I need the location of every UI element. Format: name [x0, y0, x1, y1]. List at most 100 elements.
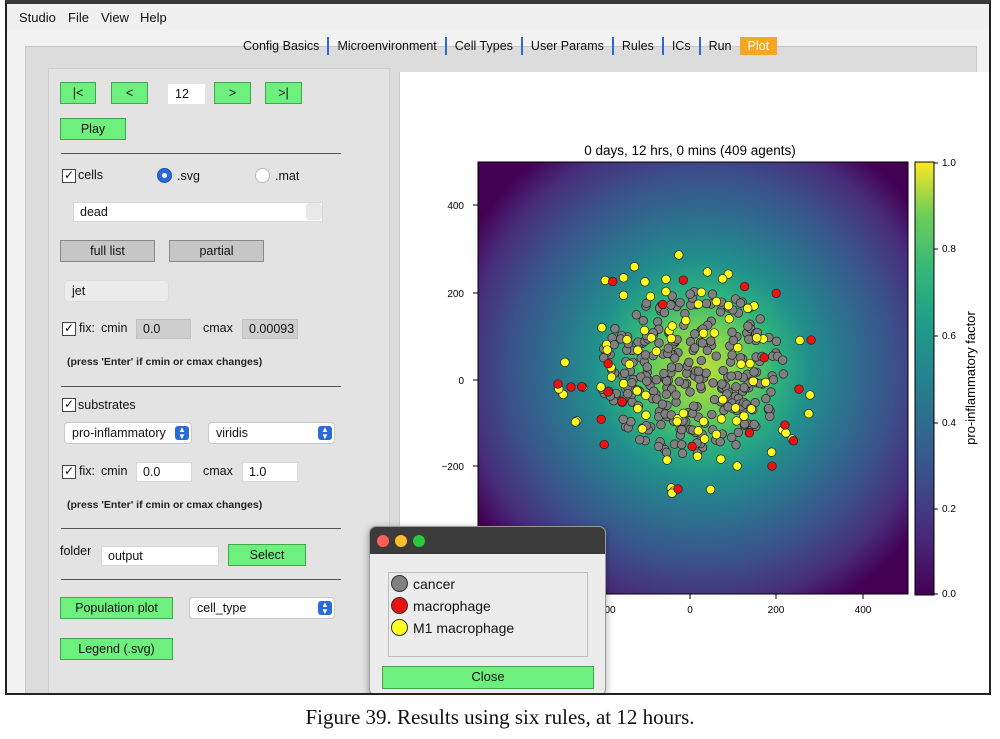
population-type-select[interactable]: cell_type ▲ ▼	[189, 597, 335, 619]
substrates-checkbox[interactable]: ✓	[62, 398, 76, 412]
population-plot-button[interactable]: Population plot	[60, 597, 173, 619]
agent-cell	[726, 371, 736, 381]
agent-cell	[708, 378, 718, 388]
maximize-window-icon[interactable]	[413, 535, 425, 547]
agent-cell	[659, 368, 669, 379]
fix-substrate-range-checkbox[interactable]: ✓	[62, 465, 76, 479]
legend-svg-button[interactable]: Legend (.svg)	[60, 638, 173, 660]
agent-cell	[709, 328, 719, 338]
menu-help[interactable]: Help	[140, 10, 167, 25]
substrate-cmax-input[interactable]: 1.0	[242, 462, 298, 482]
press-enter-note: (press 'Enter' if cmin or cmax changes)	[67, 499, 263, 511]
agent-cell	[640, 350, 651, 360]
ytick-neg200: −200	[441, 462, 464, 473]
agent-cell	[638, 316, 648, 326]
folder-input[interactable]: output	[101, 546, 219, 566]
next-frame-button[interactable]: >	[214, 82, 251, 104]
agent-cell	[610, 324, 620, 334]
substrate-colormap-select[interactable]: viridis ▲ ▼	[208, 422, 335, 444]
full-list-button[interactable]: full list	[60, 240, 155, 262]
agent-cell	[701, 298, 712, 309]
agent-cell	[654, 338, 664, 348]
agent-cell	[690, 343, 700, 353]
agent-cell	[749, 367, 759, 377]
agent-cell	[640, 277, 650, 287]
agent-cell	[711, 429, 722, 440]
agent-cell	[659, 307, 670, 318]
agent-cell	[732, 461, 742, 471]
agent-cell	[603, 359, 613, 369]
agent-cell	[755, 314, 765, 324]
first-frame-button[interactable]: |<	[60, 82, 96, 104]
tab-plot[interactable]: Plot	[739, 37, 778, 55]
agent-cell	[641, 390, 651, 400]
agent-cell	[698, 328, 709, 338]
menu-bar: Studio File View Help	[7, 4, 989, 30]
ytick-200: 200	[447, 289, 464, 300]
agent-cell	[687, 441, 697, 451]
agent-cell	[570, 417, 581, 427]
agent-cell	[780, 420, 790, 430]
colorbar-tick: 0.8	[942, 244, 956, 255]
fix-cell-range-checkbox[interactable]: ✓	[62, 322, 76, 336]
agent-cell	[805, 390, 815, 400]
dialog-titlebar	[370, 527, 605, 554]
substrate-select[interactable]: pro-inflammatory ▲ ▼	[64, 422, 192, 444]
tab-ics[interactable]: ICs	[664, 37, 701, 55]
agent-cell	[778, 355, 788, 365]
partial-button[interactable]: partial	[169, 240, 264, 262]
dead-filter-dropdown-icon[interactable]	[306, 203, 322, 220]
substrate-cmin-input[interactable]: 0.0	[136, 462, 192, 482]
dead-filter-input[interactable]: dead	[73, 202, 323, 222]
close-legend-button[interactable]: Close	[382, 666, 594, 689]
agent-cell	[731, 416, 742, 426]
tab-cell-types[interactable]: Cell Types	[447, 37, 523, 55]
agent-cell	[697, 338, 708, 348]
menu-view[interactable]: View	[101, 10, 129, 25]
tab-rules[interactable]: Rules	[614, 37, 664, 55]
play-button[interactable]: Play	[60, 118, 126, 140]
agent-cell	[727, 327, 737, 337]
agent-cell	[618, 379, 629, 389]
agent-cell	[618, 273, 629, 283]
legend-box: cancer macrophage M1 macrophage	[388, 572, 588, 657]
close-window-icon[interactable]	[377, 535, 389, 547]
agent-cell	[684, 357, 694, 367]
agent-cell	[677, 425, 687, 435]
tab-config-basics[interactable]: Config Basics	[235, 37, 330, 55]
cmin-label: cmin	[101, 321, 128, 335]
menu-studio[interactable]: Studio	[19, 10, 56, 25]
divider	[61, 579, 341, 580]
agent-cell	[749, 419, 759, 430]
cell-cmin-input[interactable]: 0.0	[136, 319, 191, 339]
select-folder-button[interactable]: Select	[228, 544, 306, 566]
agent-cell	[623, 389, 633, 399]
cell-colormap-select[interactable]: jet	[64, 280, 169, 302]
agent-cell	[746, 404, 757, 414]
substrate-colormap-value: viridis	[216, 426, 248, 440]
menu-file[interactable]: File	[68, 10, 89, 25]
last-frame-button[interactable]: >|	[265, 82, 302, 104]
tab-run[interactable]: Run	[701, 37, 740, 55]
agent-cell	[752, 333, 762, 343]
agent-cell	[744, 428, 755, 438]
tab-microenvironment[interactable]: Microenvironment	[329, 37, 447, 55]
agent-cell	[694, 374, 704, 384]
tab-user-params[interactable]: User Params	[523, 37, 614, 55]
agent-cell	[599, 439, 609, 450]
agent-cell	[727, 432, 737, 443]
divider	[61, 153, 341, 154]
agent-cell	[606, 372, 617, 382]
cell-cmax-input[interactable]: 0.00093	[242, 319, 298, 339]
frame-input[interactable]: 12	[168, 84, 205, 104]
agent-cell	[645, 291, 656, 302]
cells-checkbox[interactable]: ✓	[62, 169, 76, 183]
agent-cell	[633, 345, 643, 355]
agent-cell	[661, 286, 671, 297]
prev-frame-button[interactable]: <	[111, 82, 148, 104]
studio-window: Studio File View Help Config Basics Micr…	[5, 0, 991, 695]
svg-radio[interactable]	[157, 168, 172, 183]
agent-cell	[560, 357, 570, 367]
minimize-window-icon[interactable]	[395, 535, 407, 547]
mat-radio[interactable]	[255, 168, 270, 183]
